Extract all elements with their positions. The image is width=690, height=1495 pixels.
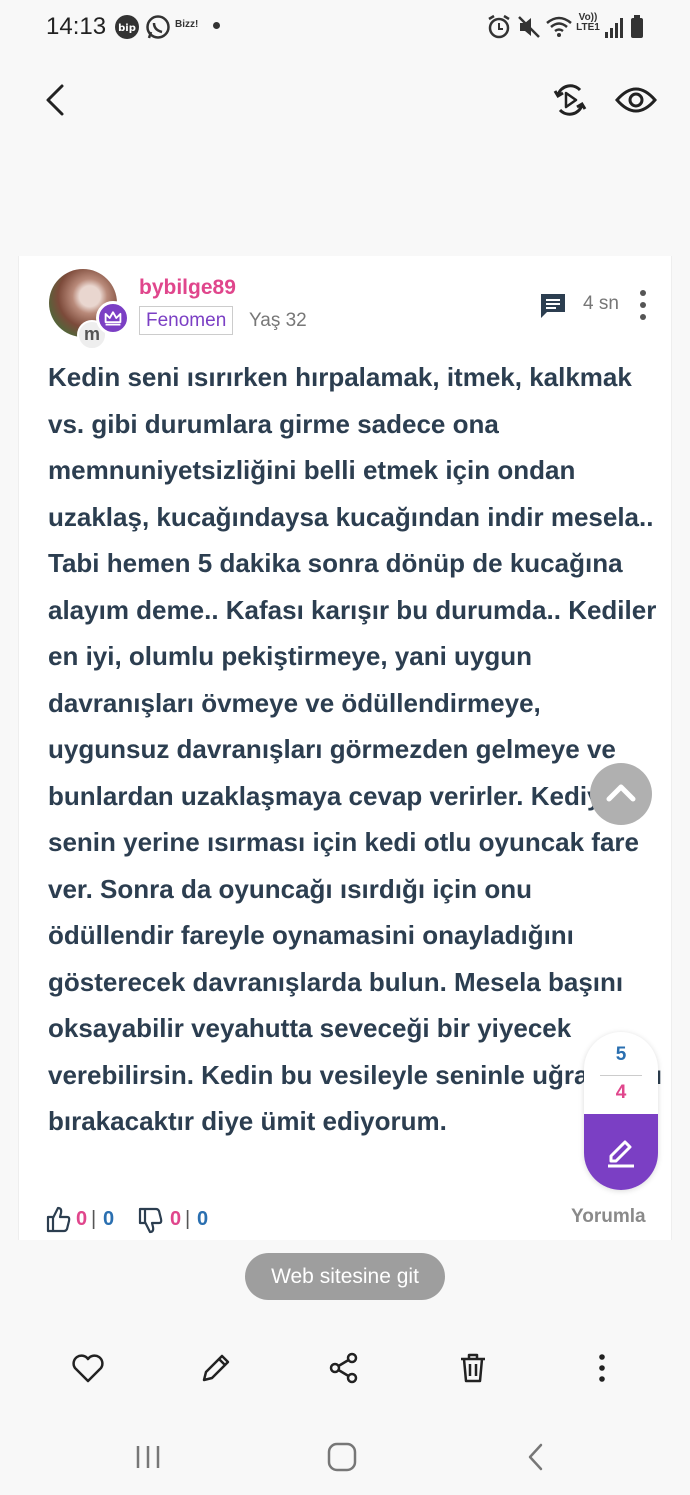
- rotate-video-icon[interactable]: [550, 80, 590, 120]
- username[interactable]: bybilge89: [139, 276, 236, 300]
- dislike-count-pink: 0: [170, 1208, 182, 1230]
- bottom-toolbar: [0, 1330, 690, 1406]
- edit-icon[interactable]: [198, 1350, 234, 1386]
- status-bizz: Bizz!: [175, 19, 199, 30]
- like-count-blue: 0: [103, 1208, 115, 1230]
- like-separator: |: [91, 1208, 97, 1230]
- bip-icon: bip: [115, 15, 139, 39]
- trash-icon[interactable]: [455, 1350, 491, 1386]
- mute-icon: [518, 16, 540, 38]
- reply-button[interactable]: Yorumla: [571, 1206, 646, 1228]
- system-nav-bar: [0, 1420, 690, 1495]
- page-current: 4: [615, 1082, 627, 1103]
- thumbs-down-icon[interactable]: [138, 1207, 164, 1235]
- dislike-separator: |: [185, 1208, 191, 1230]
- wifi-icon: [546, 16, 572, 37]
- post-text: Kedin seni ısırırken hırpalamak, itmek, …: [48, 362, 663, 1136]
- more-menu-icon[interactable]: [584, 1350, 620, 1386]
- like-count-pink: 0: [76, 1208, 88, 1230]
- post-card: m bybilge89 Fenomen Yaş 32 4 sn Kedin se…: [18, 256, 672, 1240]
- page-divider: [600, 1075, 642, 1076]
- status-time: 14:13: [46, 13, 107, 40]
- chevron-up-icon: [606, 784, 636, 802]
- app-bar: [0, 54, 690, 254]
- post-time: 4 sn: [583, 293, 619, 314]
- share-icon[interactable]: [326, 1350, 362, 1386]
- svg-text:bip: bip: [118, 23, 136, 34]
- comment-icon[interactable]: [538, 291, 568, 321]
- thumbs-up-icon[interactable]: [46, 1205, 72, 1233]
- recents-icon[interactable]: [131, 1440, 165, 1474]
- battery-icon: [631, 15, 643, 38]
- rank-badge: Fenomen: [139, 306, 234, 335]
- more-vert-icon[interactable]: [633, 288, 653, 322]
- eye-icon[interactable]: [614, 80, 658, 120]
- pencil-icon: [608, 1140, 634, 1168]
- user-age: Yaş 32: [249, 310, 307, 331]
- home-icon[interactable]: [325, 1440, 359, 1474]
- dislike-count-blue: 0: [197, 1208, 209, 1230]
- notification-dot: [213, 22, 220, 29]
- page-indicator[interactable]: 5 4: [584, 1032, 658, 1190]
- heart-icon[interactable]: [70, 1350, 106, 1386]
- page-total: 5: [615, 1044, 627, 1065]
- whatsapp-icon: [146, 15, 170, 39]
- crown-icon: [96, 301, 130, 335]
- signal-icon: [605, 18, 623, 38]
- write-button[interactable]: [584, 1114, 658, 1190]
- back-button[interactable]: [36, 80, 76, 120]
- status-lte: Vo)) LTE1: [576, 12, 600, 33]
- alarm-icon: [488, 14, 510, 39]
- scroll-top-button[interactable]: [590, 763, 652, 825]
- back-nav-icon[interactable]: [520, 1440, 554, 1474]
- web-site-button[interactable]: Web sitesine git: [245, 1253, 445, 1300]
- status-bar: 14:13 bip Bizz! Vo)) LTE1: [0, 0, 690, 54]
